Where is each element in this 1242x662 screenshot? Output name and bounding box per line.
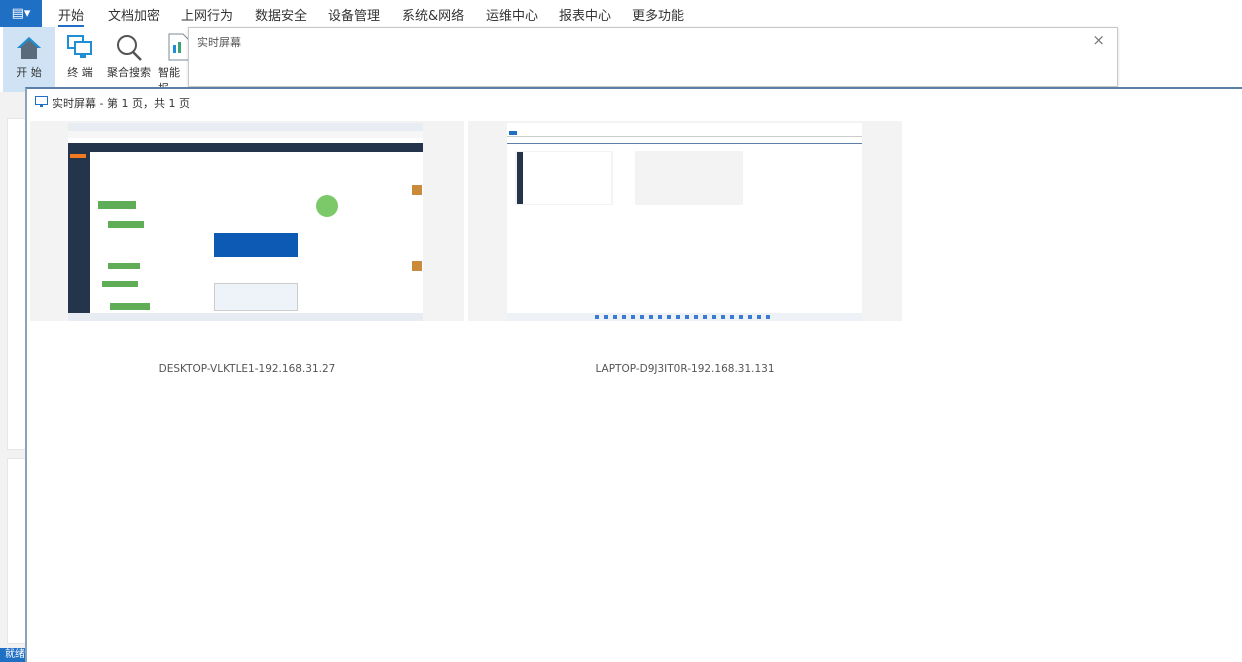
- smart-report-button[interactable]: 智能报: [156, 27, 190, 92]
- close-icon[interactable]: ×: [1092, 31, 1105, 49]
- tab-system-network[interactable]: 系统&网络: [402, 5, 464, 24]
- tab-web-behavior[interactable]: 上网行为: [181, 5, 233, 24]
- tab-data-security[interactable]: 数据安全: [255, 5, 307, 24]
- computers-icon: [58, 27, 102, 61]
- background-pane: [7, 458, 26, 644]
- screen-thumbnail[interactable]: LAPTOP-D9J3IT0R-192.168.31.131: [468, 121, 902, 375]
- screen-label: LAPTOP-D9J3IT0R-192.168.31.131: [595, 363, 775, 375]
- panel-title: 实时屏幕: [197, 36, 241, 49]
- screen-image: [507, 123, 862, 321]
- background-panel: [0, 92, 26, 648]
- terminal-button[interactable]: 终 端: [58, 27, 102, 92]
- tab-doc-encrypt[interactable]: 文档加密: [108, 5, 160, 24]
- background-pane: [7, 118, 26, 450]
- book-menu-icon: ▤▾: [11, 6, 31, 21]
- tab-start[interactable]: 开始: [58, 5, 85, 27]
- screen-label: DESKTOP-VLKTLE1-192.168.31.27: [158, 363, 336, 375]
- tab-report-center[interactable]: 报表中心: [559, 5, 611, 24]
- status-bar: 就绪: [0, 648, 25, 662]
- tab-more-features[interactable]: 更多功能: [632, 5, 684, 24]
- realtime-screen-window: 实时屏幕 - 第 1 页，共 1 页 DESKTOP-VLKTLE1-192.1…: [25, 87, 1242, 662]
- tab-ops-center[interactable]: 运维中心: [486, 5, 538, 24]
- window-title-text: 实时屏幕 - 第 1 页，共 1 页: [52, 97, 190, 110]
- home-icon: [3, 27, 55, 61]
- app-menu-button[interactable]: ▤▾: [0, 0, 42, 27]
- report-icon: [156, 27, 190, 61]
- search-icon: [106, 27, 152, 61]
- tab-device-management[interactable]: 设备管理: [328, 5, 380, 24]
- window-title: 实时屏幕 - 第 1 页，共 1 页: [35, 95, 190, 111]
- aggregate-search-button[interactable]: 聚合搜索: [106, 27, 152, 92]
- realtime-screen-tab-panel: 实时屏幕 ×: [188, 27, 1118, 87]
- menu-bar: ▤▾ 开始 文档加密 上网行为 数据安全 设备管理 系统&网络 运维中心 报表中…: [0, 0, 1242, 27]
- start-button[interactable]: 开 始: [3, 27, 55, 92]
- monitor-icon: [35, 95, 48, 111]
- screen-image: [68, 123, 423, 321]
- screen-thumbnail[interactable]: DESKTOP-VLKTLE1-192.168.31.27: [30, 121, 464, 375]
